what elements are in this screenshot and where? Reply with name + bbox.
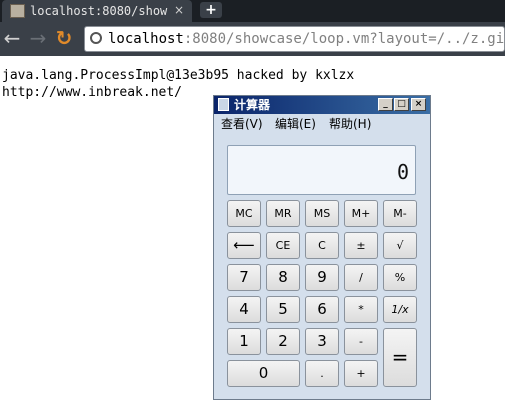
key-c[interactable]: C <box>305 232 339 259</box>
key-2[interactable]: 2 <box>266 328 300 355</box>
key-sqrt[interactable]: √ <box>383 232 417 259</box>
key-decimal[interactable]: . <box>305 360 339 387</box>
key-minus[interactable]: - <box>344 328 378 355</box>
globe-icon <box>90 32 102 44</box>
maximize-button[interactable]: □ <box>394 98 409 111</box>
key-1[interactable]: 1 <box>227 328 261 355</box>
key-ms[interactable]: MS <box>305 200 339 227</box>
key-5[interactable]: 5 <box>266 296 300 323</box>
key-mr[interactable]: MR <box>266 200 300 227</box>
key-6[interactable]: 6 <box>305 296 339 323</box>
key-reciprocal[interactable]: 1/x <box>383 296 417 323</box>
new-tab-button[interactable]: + <box>200 2 222 18</box>
key-m-plus[interactable]: M+ <box>344 200 378 227</box>
url-path: :8080/showcase/loop.vm?layout=/../z.gif <box>183 31 505 47</box>
key-divide[interactable]: / <box>344 264 378 291</box>
page-message: java.lang.ProcessImpl@13e3b95 hacked by … <box>2 68 355 83</box>
page-favicon-icon <box>10 4 25 18</box>
key-percent[interactable]: % <box>383 264 417 291</box>
menu-bar: 查看(V) 编辑(E) 帮助(H) <box>214 114 430 134</box>
key-ce[interactable]: CE <box>266 232 300 259</box>
back-button[interactable]: ← <box>2 27 22 49</box>
minimize-button[interactable]: _ <box>378 98 393 111</box>
key-m-minus[interactable]: M- <box>383 200 417 227</box>
key-3[interactable]: 3 <box>305 328 339 355</box>
calculator-window: 计算器 _ □ × 查看(V) 编辑(E) 帮助(H) 0 MC MR MS M… <box>213 95 431 400</box>
window-title: 计算器 <box>234 98 271 112</box>
calculator-app-icon <box>218 98 229 111</box>
tab-bar: localhost:8080/showcase/ × + <box>0 0 505 22</box>
page-link-text: http://www.inbreak.net/ <box>2 85 183 100</box>
url-text: localhost:8080/showcase/loop.vm?layout=/… <box>108 30 505 48</box>
tab-close-icon[interactable]: × <box>174 0 184 20</box>
menu-view[interactable]: 查看(V) <box>221 114 263 134</box>
display-value: 0 <box>396 160 409 184</box>
key-7[interactable]: 7 <box>227 264 261 291</box>
key-multiply[interactable]: * <box>344 296 378 323</box>
address-bar[interactable]: localhost:8080/showcase/loop.vm?layout=/… <box>84 26 505 52</box>
key-mc[interactable]: MC <box>227 200 261 227</box>
browser-tab[interactable]: localhost:8080/showcase/ × <box>2 0 192 22</box>
key-4[interactable]: 4 <box>227 296 261 323</box>
calculator-display: 0 <box>227 145 416 195</box>
close-window-button[interactable]: × <box>411 98 426 111</box>
key-8[interactable]: 8 <box>266 264 300 291</box>
tab-title: localhost:8080/showcase/ <box>30 4 168 18</box>
menu-help[interactable]: 帮助(H) <box>329 114 371 134</box>
url-host: localhost <box>108 31 184 47</box>
reload-button[interactable]: ↻ <box>54 27 74 49</box>
key-equals[interactable]: = <box>383 328 417 387</box>
browser-toolbar: ← → ↻ localhost:8080/showcase/loop.vm?la… <box>0 22 505 56</box>
key-plus[interactable]: + <box>344 360 378 387</box>
key-plus-minus[interactable]: ± <box>344 232 378 259</box>
menu-edit[interactable]: 编辑(E) <box>275 114 316 134</box>
key-0[interactable]: 0 <box>227 360 300 387</box>
forward-button[interactable]: → <box>28 27 48 49</box>
calculator-titlebar[interactable]: 计算器 _ □ × <box>214 96 430 114</box>
key-backspace[interactable]: ⟵ <box>227 232 261 259</box>
key-9[interactable]: 9 <box>305 264 339 291</box>
